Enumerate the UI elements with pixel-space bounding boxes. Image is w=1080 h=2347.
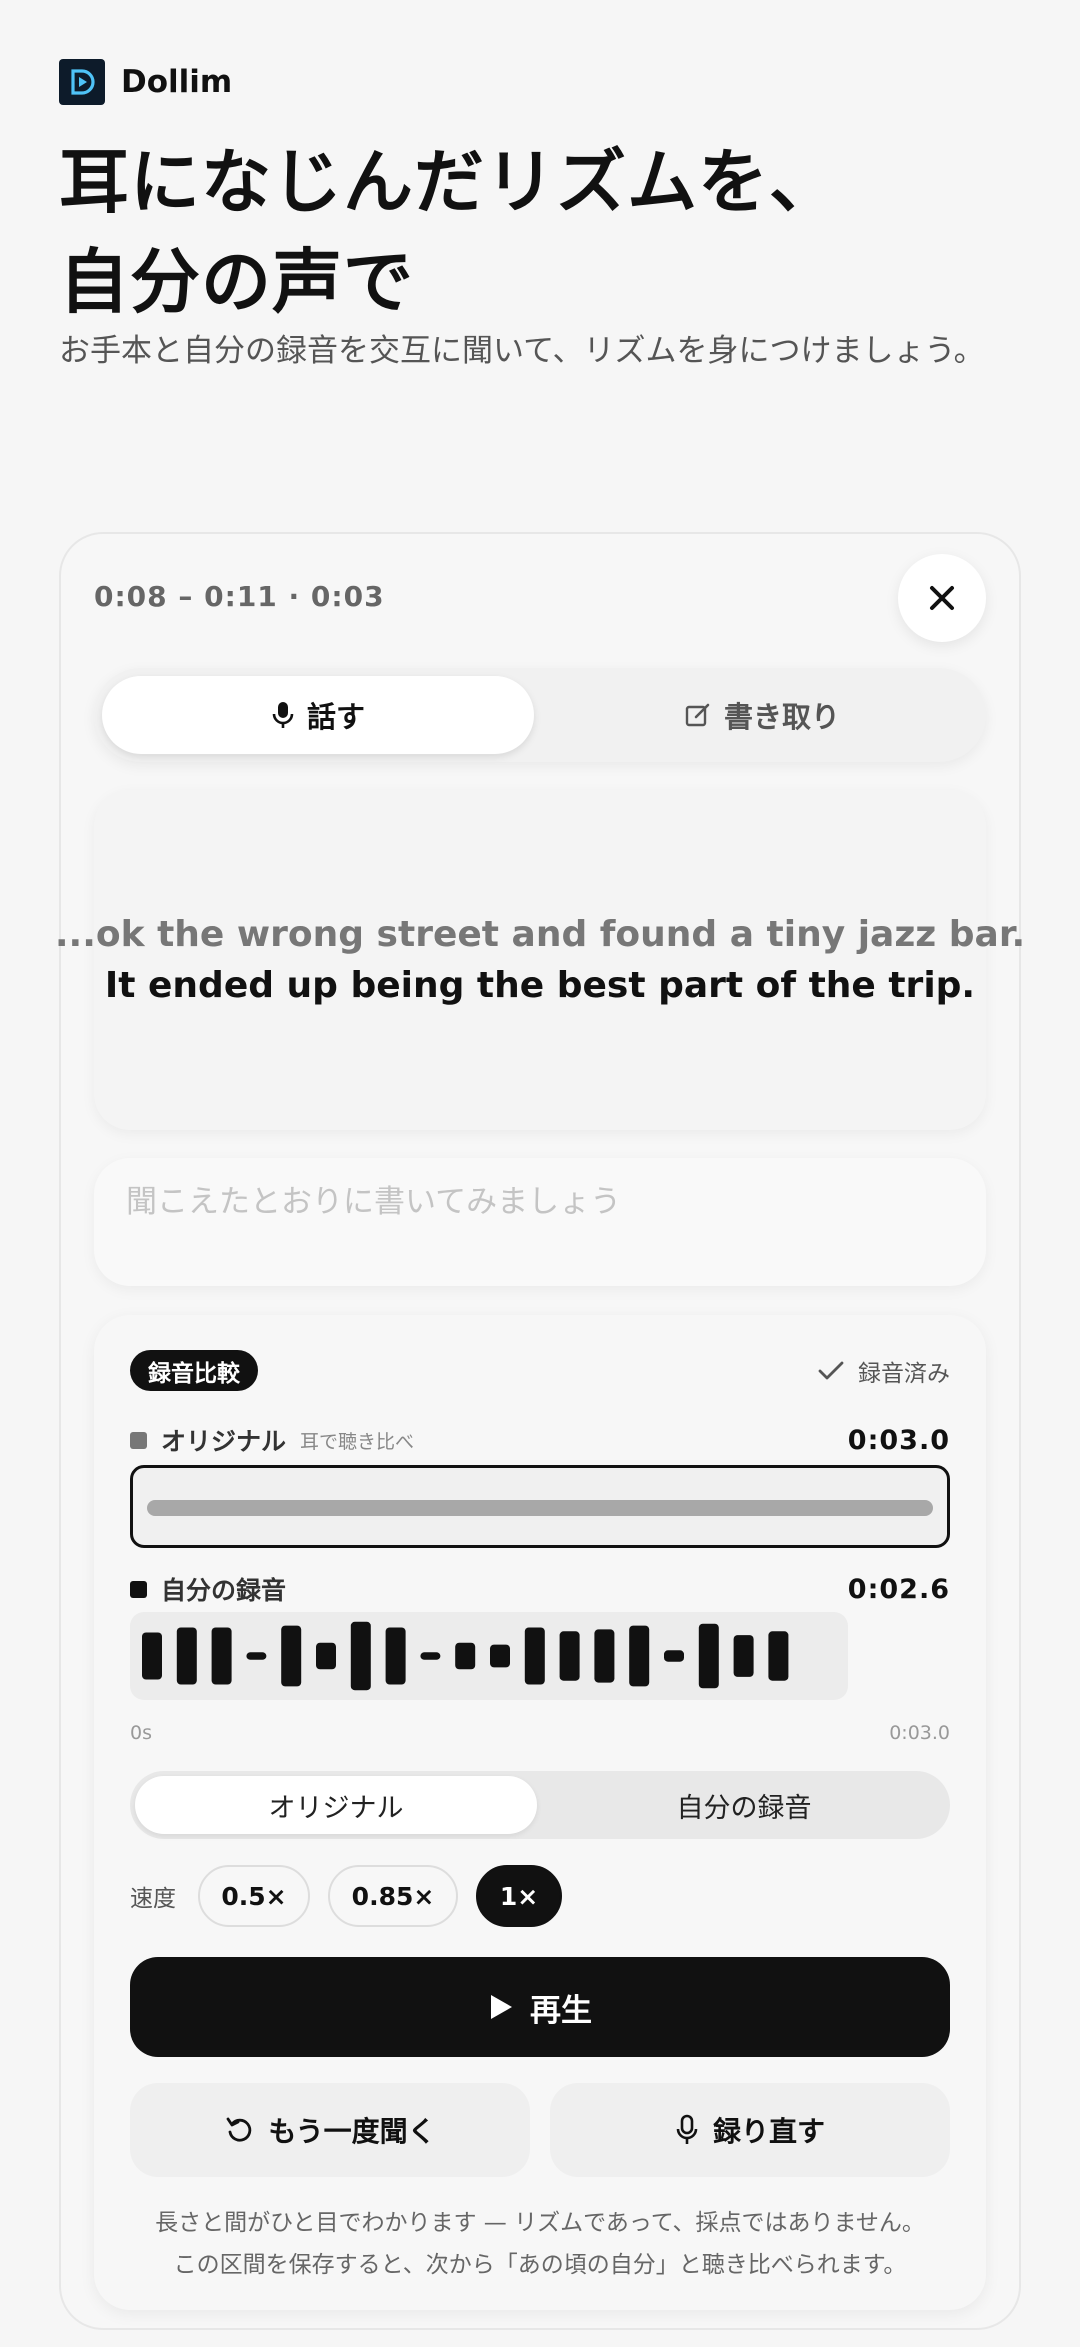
dictation-box bbox=[94, 1158, 986, 1286]
sentence-previous: ...ok the wrong street and found a tiny … bbox=[54, 914, 1026, 955]
waveform-bar bbox=[385, 1627, 406, 1685]
waveform-bar bbox=[211, 1627, 232, 1685]
play-d-logo-icon bbox=[59, 59, 105, 105]
rerecord-label: 録り直す bbox=[712, 2115, 825, 2148]
mine-waveform-bars bbox=[142, 1621, 789, 1691]
mine-waveform[interactable] bbox=[130, 1612, 848, 1700]
original-duration: 0:03.0 bbox=[847, 1424, 950, 1456]
page-title-line2: 自分の声で bbox=[59, 241, 414, 323]
source-toggle: オリジナル 自分の録音 bbox=[130, 1771, 950, 1839]
waveform-bar bbox=[559, 1631, 580, 1681]
sentence-current: It ended up being the best part of the t… bbox=[104, 965, 976, 1006]
speed-chip-1[interactable]: 1× bbox=[476, 1865, 562, 1927]
page-subtitle: お手本と自分の録音を交互に聞いて、リズムを身につけましょう。 bbox=[59, 333, 985, 369]
mine-duration: 0:02.6 bbox=[847, 1573, 950, 1605]
close-button[interactable] bbox=[898, 554, 986, 642]
recorded-status: 録音済み bbox=[818, 1354, 950, 1388]
check-icon bbox=[818, 1361, 844, 1380]
source-option-original[interactable]: オリジナル bbox=[135, 1776, 537, 1834]
rerecord-button[interactable]: 録り直す bbox=[550, 2083, 950, 2177]
axis-end: 0:03.0 bbox=[889, 1722, 950, 1744]
waveform-bar bbox=[524, 1627, 545, 1685]
waveform-bar bbox=[664, 1650, 684, 1662]
axis-start: 0s bbox=[130, 1722, 152, 1744]
replay-button[interactable]: もう一度聞く bbox=[130, 2083, 530, 2177]
brand: Dollim bbox=[59, 59, 232, 105]
original-track-header: オリジナル 耳で聴き比べ 0:03.0 bbox=[130, 1422, 950, 1458]
original-waveform[interactable] bbox=[130, 1465, 950, 1548]
speed-label: 速度 bbox=[130, 1886, 176, 1912]
waveform-bar bbox=[246, 1652, 267, 1660]
waveform-bar bbox=[594, 1629, 615, 1683]
recorded-label: 録音済み bbox=[858, 1361, 950, 1387]
sentence-box: ...ok the wrong street and found a tiny … bbox=[55, 790, 1025, 1130]
waveform-bar bbox=[768, 1631, 789, 1681]
source-option-mine[interactable]: 自分の録音 bbox=[543, 1776, 945, 1834]
waveform-bar bbox=[455, 1642, 476, 1670]
waveform-bar bbox=[490, 1644, 510, 1668]
waveform-bar bbox=[142, 1632, 162, 1680]
tab-dictation-label: 書き取り bbox=[723, 700, 840, 734]
pencil-edit-icon bbox=[685, 703, 710, 727]
replay-icon bbox=[227, 2117, 252, 2142]
dictation-input[interactable] bbox=[126, 1184, 946, 1220]
microphone-icon bbox=[272, 702, 294, 728]
mine-track-label: 自分の録音 bbox=[161, 1576, 287, 1605]
waveform-bar bbox=[350, 1621, 371, 1691]
waveform-bar bbox=[316, 1642, 336, 1670]
original-track-hint: 耳で聴き比べ bbox=[300, 1430, 415, 1453]
replay-label: もう一度聞く bbox=[268, 2115, 436, 2148]
speed-chip-0-5[interactable]: 0.5× bbox=[198, 1865, 310, 1927]
page-title-line1: 耳になじんだリズムを、 bbox=[59, 141, 840, 223]
waveform-bar bbox=[733, 1635, 754, 1677]
play-label: 再生 bbox=[530, 1992, 592, 2029]
play-icon bbox=[491, 1995, 512, 2019]
tab-speak-label: 話す bbox=[306, 700, 365, 734]
waveform-bar bbox=[698, 1623, 719, 1689]
tab-speak[interactable]: 話す bbox=[102, 676, 534, 754]
segment-timecode: 0:08 – 0:11 · 0:03 bbox=[94, 580, 385, 613]
brand-name: Dollim bbox=[121, 64, 233, 100]
footnote-line1: 長さと間がひと目でわかります — リズムであって、採点ではありません。 bbox=[155, 2210, 925, 2236]
page-title: 耳になじんだリズムを、 自分の声で bbox=[59, 132, 840, 332]
waveform-bar bbox=[176, 1627, 197, 1685]
tab-dictation[interactable]: 書き取り bbox=[546, 676, 978, 754]
waveform-bar bbox=[281, 1625, 302, 1687]
waveform-bar bbox=[420, 1652, 441, 1660]
play-button[interactable]: 再生 bbox=[130, 1957, 950, 2057]
speed-chip-0-85[interactable]: 0.85× bbox=[328, 1865, 458, 1927]
microphone-icon bbox=[676, 2114, 698, 2144]
mode-tabs: 話す 書き取り bbox=[94, 668, 986, 762]
mine-legend-square bbox=[130, 1580, 147, 1598]
original-track-label: オリジナル bbox=[161, 1427, 287, 1456]
close-icon bbox=[930, 586, 954, 610]
footnote-line2: この区間を保存すると、次から「あの頃の自分」と聴き比べられます。 bbox=[173, 2252, 907, 2278]
mine-track-header: 自分の録音 0:02.6 bbox=[130, 1571, 950, 1607]
speed-row: 速度 0.5× 0.85× 1× bbox=[130, 1865, 562, 1927]
original-legend-square bbox=[130, 1431, 147, 1449]
compare-badge: 録音比較 bbox=[130, 1350, 258, 1391]
original-progress-fill bbox=[147, 1500, 933, 1516]
waveform-bar bbox=[629, 1625, 650, 1687]
